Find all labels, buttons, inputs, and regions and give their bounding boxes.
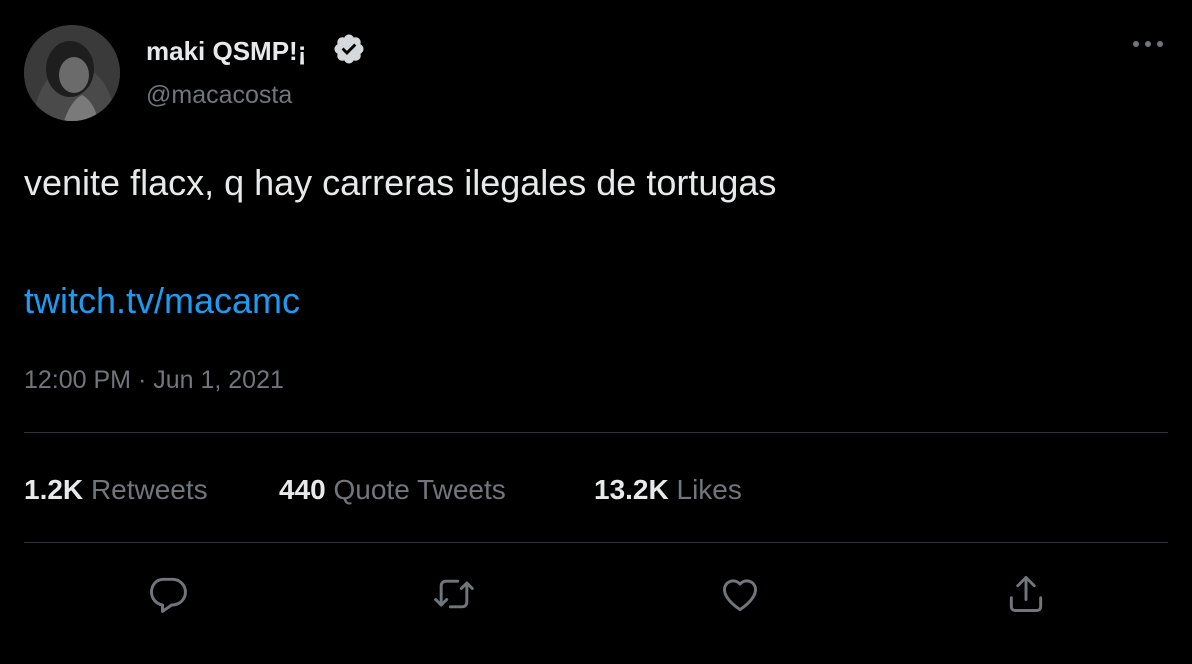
quote-tweets-stat[interactable]: 440 Quote Tweets [279,474,506,506]
like-button[interactable] [712,566,768,622]
divider [24,542,1168,543]
verified-badge-icon [334,34,364,64]
reply-icon [150,577,187,613]
tweet-link[interactable]: twitch.tv/macamc [24,280,300,322]
more-options-icon[interactable] [1128,30,1168,58]
tweet-text: venite flacx, q hay carreras ilegales de… [24,162,777,203]
reply-button[interactable] [140,566,196,622]
quote-tweets-count: 440 [279,474,326,505]
share-button[interactable] [998,566,1054,622]
profile-photo-icon [24,25,120,121]
retweets-stat[interactable]: 1.2K Retweets [24,474,208,506]
divider [24,432,1168,433]
like-icon [722,579,758,612]
display-name[interactable]: maki QSMP!¡ [146,36,306,67]
quote-tweets-label: Quote Tweets [333,474,506,505]
retweets-count: 1.2K [24,474,84,505]
likes-count: 13.2K [594,474,669,505]
tweet-card: maki QSMP!¡ @macacosta venite flacx, q h… [0,0,1192,664]
tweet-timestamp[interactable]: 12:00 PM · Jun 1, 2021 [24,366,284,395]
retweet-icon [434,579,474,609]
likes-stat[interactable]: 13.2K Likes [594,474,742,506]
share-icon [1009,576,1043,612]
likes-label: Likes [676,474,742,505]
user-handle[interactable]: @macacosta [146,81,292,110]
avatar[interactable] [24,25,120,121]
retweets-label: Retweets [90,474,208,505]
retweet-button[interactable] [426,566,482,622]
